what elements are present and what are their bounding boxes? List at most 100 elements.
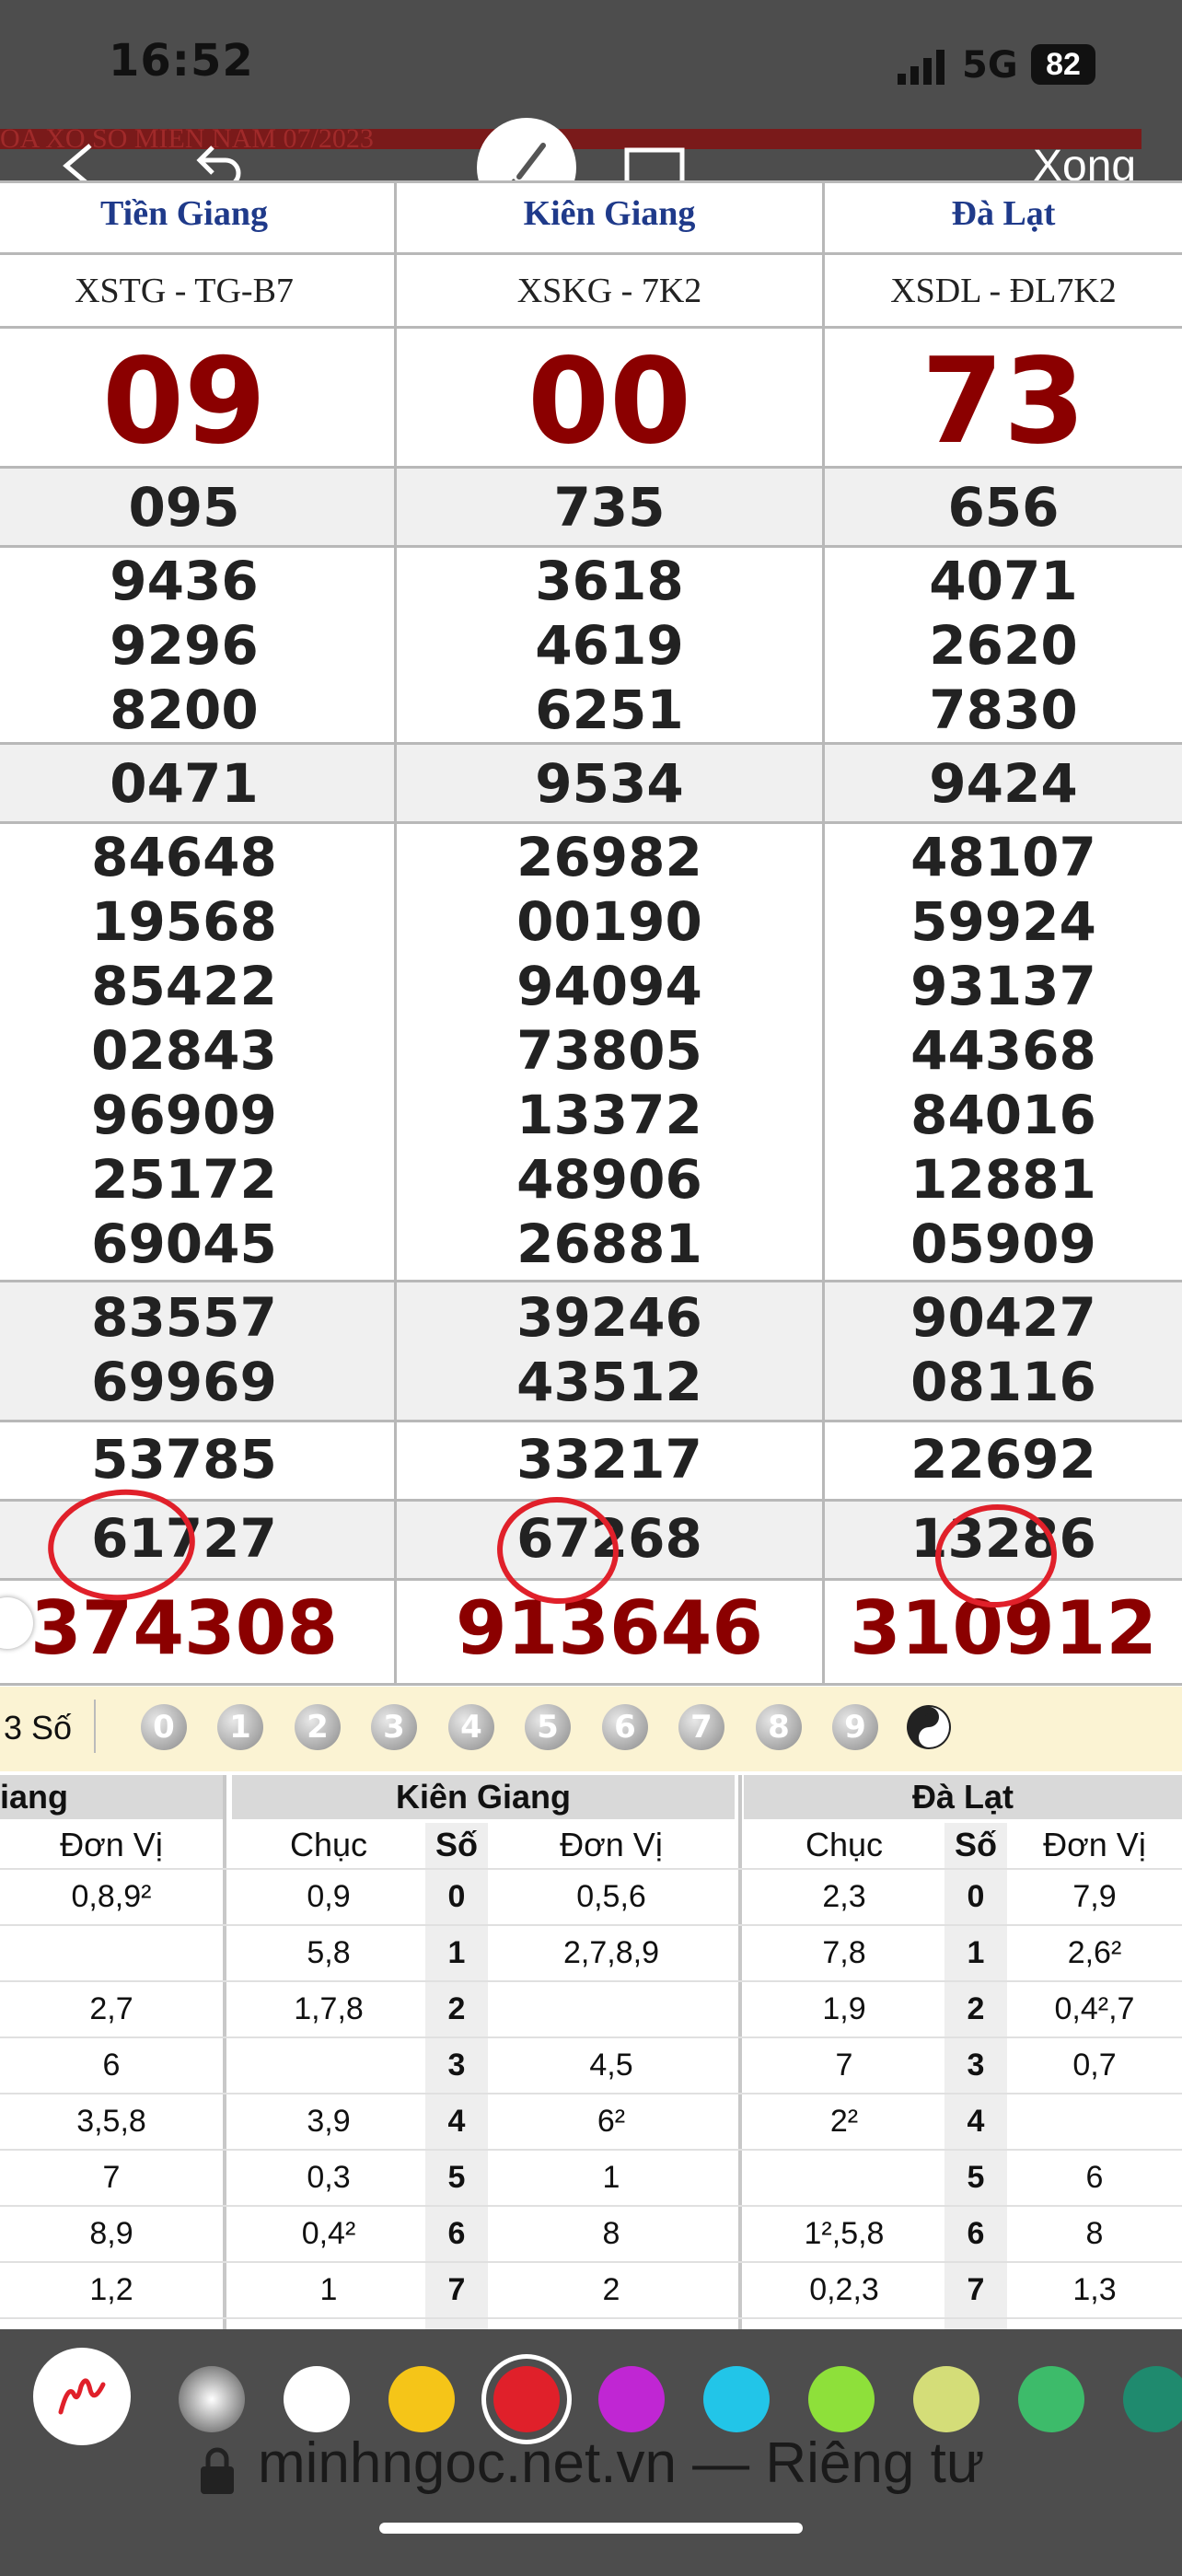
loto-cell: 0,4²,7 [1054, 1991, 1135, 2026]
ticket-code: XSKG - 7K2 [516, 272, 702, 310]
yin-yang-icon[interactable] [906, 1704, 952, 1750]
loto-cell: 0,5,6 [576, 1879, 646, 1914]
network-type: 5G [962, 44, 1018, 87]
digit-ball-4[interactable]: 4 [448, 1704, 494, 1750]
loto-cell: 7,9 [1072, 1879, 1117, 1914]
prize-5: 9424 [929, 752, 1078, 815]
loto-cell: 7 [447, 2272, 466, 2307]
prize-4: 13372 [516, 1084, 702, 1146]
loto-cell: 5 [967, 2160, 985, 2195]
prize-4: 26881 [516, 1213, 702, 1275]
prize-6: 3618 [535, 550, 684, 612]
loto-cell: 2,3 [822, 1879, 866, 1914]
loto-cell: 0,8,9² [71, 1879, 152, 1914]
prize-4: 26982 [516, 826, 702, 888]
col-so: Số [954, 1826, 997, 1863]
loto-header-da-lat: Đà Lạt [744, 1775, 1182, 1819]
loto-cell: 4,5 [589, 2048, 633, 2083]
loto-cell: 1 [447, 1935, 466, 1970]
color-swatch-6[interactable] [808, 2366, 875, 2432]
prize-5: 0471 [110, 752, 259, 815]
url-text[interactable]: minhngoc.net.vn — Riêng tư [258, 2431, 984, 2496]
digit-ball-8[interactable]: 8 [756, 1704, 802, 1750]
prize-6: 7830 [929, 679, 1078, 741]
digit-ball-3[interactable]: 3 [371, 1704, 417, 1750]
loto-cell: 3,9 [307, 2104, 351, 2139]
status-time: 16:52 [109, 35, 254, 87]
color-swatch-0[interactable] [179, 2366, 245, 2432]
prize-8: 00 [527, 333, 692, 470]
province-name[interactable]: Kiên Giang [398, 193, 821, 234]
col-donvi: Đơn Vị [60, 1826, 163, 1863]
prize-4: 12881 [910, 1148, 1096, 1211]
loto-cell: 3 [447, 2048, 466, 2083]
prize-4: 02843 [91, 1019, 277, 1082]
prize-4: 44368 [910, 1019, 1096, 1082]
prize-4: 94094 [516, 955, 702, 1017]
prize-4: 48107 [910, 826, 1096, 888]
digit-ball-5[interactable]: 5 [525, 1704, 571, 1750]
color-swatch-8[interactable] [1018, 2366, 1084, 2432]
color-swatch-7[interactable] [913, 2366, 979, 2432]
color-swatch-5[interactable] [703, 2366, 770, 2432]
digit-ball-7[interactable]: 7 [678, 1704, 724, 1750]
loto-cell: 8,9 [89, 2216, 133, 2251]
prize-7: 735 [553, 476, 666, 539]
loto-cell: 0,3 [307, 2160, 351, 2195]
prize-2: 53785 [91, 1428, 277, 1491]
loto-cell: 2,7,8,9 [563, 1935, 659, 1970]
digit-ball-1[interactable]: 1 [217, 1704, 263, 1750]
loto-cell: 5 [447, 2160, 466, 2195]
digit-ball-6[interactable]: 6 [602, 1704, 648, 1750]
digit-ball-2[interactable]: 2 [295, 1704, 341, 1750]
loto-cell: 6 [447, 2216, 466, 2251]
prize-2: 22692 [910, 1428, 1096, 1491]
color-swatch-4[interactable] [598, 2366, 665, 2432]
color-swatch-9[interactable] [1123, 2366, 1182, 2432]
battery-icon: 82 [1031, 44, 1095, 85]
loto-cell [1007, 2094, 1182, 2149]
loto-cell: 6 [102, 2048, 121, 2083]
color-swatch-1[interactable] [284, 2366, 350, 2432]
prize-3: 69969 [91, 1351, 277, 1413]
loto-cell: 2,6² [1067, 1935, 1122, 1970]
col-donvi: Đơn Vị [1043, 1826, 1146, 1863]
scribble-icon [58, 2378, 106, 2415]
prize-6: 2620 [929, 614, 1078, 677]
loto-cell: 0,7 [1072, 2048, 1117, 2083]
filter-label[interactable]: 3 Số [4, 1709, 72, 1747]
loto-cell: 0,2,3 [809, 2272, 879, 2307]
color-swatch-3[interactable] [493, 2366, 560, 2432]
ticket-code: XSDL - ĐL7K2 [890, 272, 1117, 310]
color-swatch-2[interactable] [388, 2366, 455, 2432]
loto-cell: 4 [447, 2104, 466, 2139]
loto-cell: 8 [602, 2216, 620, 2251]
loto-cell: 6 [1085, 2160, 1104, 2195]
loto-cell: 7,8 [822, 1935, 866, 1970]
digit-ball-9[interactable]: 9 [832, 1704, 878, 1750]
col-chuc: Chục [805, 1826, 884, 1863]
prize-6: 4071 [929, 550, 1078, 612]
prize-3: 39246 [516, 1286, 702, 1349]
loto-cell: 4 [967, 2104, 985, 2139]
col-so: Số [435, 1826, 478, 1863]
loto-header-tien-giang: iang [0, 1775, 223, 1819]
digit-ball-0[interactable]: 0 [141, 1704, 187, 1750]
province-name[interactable]: Tiền Giang [0, 193, 368, 234]
loto-cell: 2² [829, 2104, 859, 2139]
lock-icon [197, 2444, 238, 2496]
prize-6: 6251 [535, 679, 684, 741]
loto-cell: 5,8 [307, 1935, 351, 1970]
province-name[interactable]: Đà Lạt [825, 193, 1182, 234]
prize-7: 656 [947, 476, 1060, 539]
signal-icon [898, 48, 953, 85]
loto-cell: 6² [597, 2104, 626, 2139]
prize-6: 4619 [535, 614, 684, 677]
active-pen-button[interactable] [33, 2348, 131, 2445]
loto-cell: 6 [967, 2216, 985, 2251]
loto-cell: 0,4² [301, 2216, 356, 2251]
loto-cell: 2 [602, 2272, 620, 2307]
prize-4: 25172 [91, 1148, 277, 1211]
prize-4: 85422 [91, 955, 277, 1017]
special-prize: 374308 [30, 1585, 338, 1671]
